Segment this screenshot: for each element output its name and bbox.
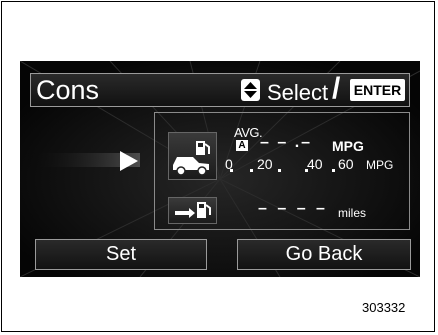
avg-mpg-unit: MPG — [332, 138, 364, 154]
scale-unit: MPG — [366, 158, 394, 172]
scale-tick-40: 40 — [307, 156, 323, 172]
range-unit: miles — [338, 206, 367, 220]
scale-tick-0: 0 — [225, 156, 233, 172]
scale-tick-20: 20 — [257, 156, 273, 172]
go-back-button[interactable]: Go Back — [237, 239, 411, 270]
select-label: Select — [267, 80, 329, 105]
range-value: – – – – — [258, 200, 328, 217]
screen-title: Cons — [36, 75, 100, 105]
play-arrow-icon — [120, 151, 138, 171]
up-down-arrows-icon — [241, 79, 260, 101]
set-button[interactable]: Set — [35, 239, 207, 270]
header-bar: Cons Select / ENTER — [30, 73, 410, 107]
avg-label: AVG. — [234, 125, 263, 140]
scale-tick-60: 60 — [338, 156, 354, 172]
arrow-fuel-pump-icon — [168, 197, 217, 224]
car-fuel-pump-icon — [168, 132, 217, 180]
separator-slash: / — [332, 72, 341, 105]
enter-button[interactable]: ENTER — [350, 79, 405, 101]
avg-mpg-value: – – .– — [260, 134, 313, 151]
display-screen: Cons Select / ENTER AVG. A – – .– MPG 0 … — [20, 61, 420, 277]
avg-a-badge: A — [236, 140, 248, 151]
figure-number: 303332 — [362, 300, 406, 315]
